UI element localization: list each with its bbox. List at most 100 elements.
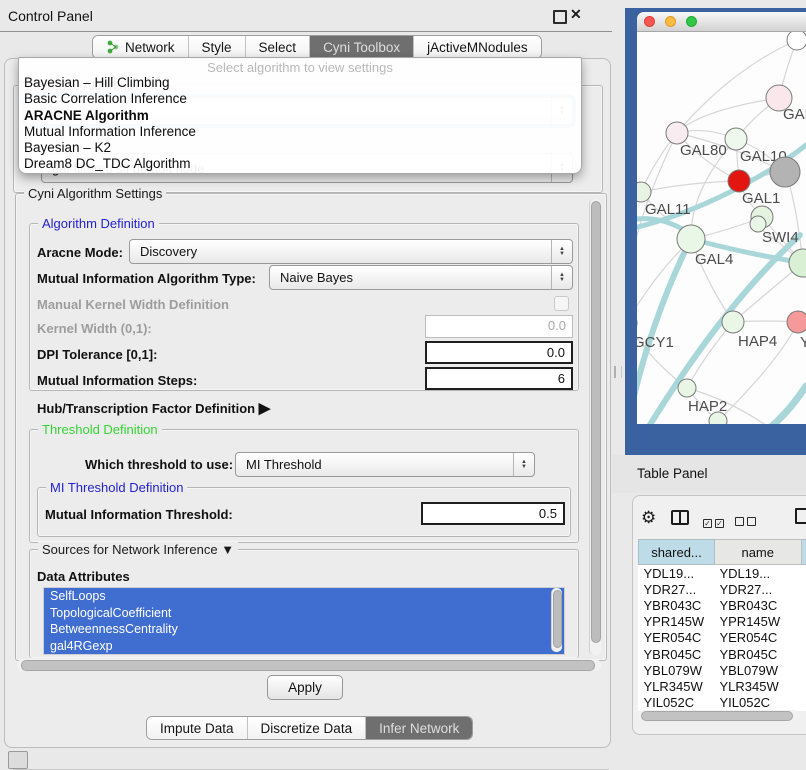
- algorithm-option-basic-correlation-inference[interactable]: Basic Correlation Inference: [19, 91, 581, 107]
- tab-cyni-toolbox[interactable]: Cyni Toolbox: [309, 36, 413, 58]
- algorithm-option-mutual-information-inference[interactable]: Mutual Information Inference: [19, 124, 581, 140]
- combo-stepper-icon: ▲▼: [551, 266, 572, 289]
- table-row[interactable]: YLR345WYLR345W9.: [639, 678, 806, 694]
- table-cell: 9.: [801, 614, 806, 630]
- table-panel-title: Table Panel: [637, 466, 708, 481]
- network-node-y[interactable]: [787, 311, 806, 333]
- network-node-gal80[interactable]: [666, 122, 688, 144]
- tab-style[interactable]: Style: [188, 36, 245, 58]
- table-cell: YLR345W: [639, 678, 715, 694]
- sources-toggle[interactable]: Sources for Network Inference ▼: [38, 542, 238, 557]
- aracne-mode-value: Discovery: [130, 244, 551, 259]
- zoom-traffic-light[interactable]: [686, 16, 697, 27]
- attribute-item-topologicalcoefficient[interactable]: TopologicalCoefficient: [44, 605, 564, 622]
- table-cell: YPR145W: [714, 614, 801, 630]
- network-node-gal1[interactable]: [728, 170, 750, 192]
- algorithm-option-bayesian-k2[interactable]: Bayesian – K2: [19, 140, 581, 156]
- tab-network[interactable]: Network: [93, 36, 188, 58]
- network-canvas[interactable]: GALGAL80GAL10GAL1GAL11SWI4GAL4GCY1HAP4YH…: [637, 31, 806, 424]
- close-traffic-light[interactable]: [644, 16, 655, 27]
- close-icon[interactable]: ✕: [570, 6, 582, 23]
- column-header-a[interactable]: A: [801, 540, 806, 565]
- table-row[interactable]: YDL19...YDL19...13: [639, 565, 806, 582]
- network-node-hap2[interactable]: [678, 379, 696, 397]
- apply-button[interactable]: Apply: [267, 675, 343, 700]
- kernel-width-field[interactable]: 0.0: [425, 315, 573, 338]
- gear-icon[interactable]: ⚙: [641, 509, 656, 526]
- network-node-gal10[interactable]: [725, 128, 747, 150]
- network-node[interactable]: [787, 31, 806, 50]
- data-attributes-list: SelfLoopsTopologicalCoefficientBetweenne…: [43, 587, 565, 655]
- aracne-mode-combobox[interactable]: Discovery ▲▼: [129, 239, 573, 264]
- kernel-width-label: Kernel Width (0,1):: [37, 321, 152, 336]
- dpi-tolerance-label: DPI Tolerance [0,1]:: [37, 347, 157, 362]
- attribute-item-betweennesscentrality[interactable]: BetweennessCentrality: [44, 621, 564, 638]
- tab-discretize-data[interactable]: Discretize Data: [247, 717, 366, 739]
- network-node-gal4[interactable]: [677, 225, 705, 253]
- table-row[interactable]: YIL052CYIL052C9: [639, 695, 806, 711]
- table-cell: YIL052C: [639, 695, 715, 711]
- dpi-tolerance-field[interactable]: 0.0: [425, 341, 573, 364]
- algorithm-option-aracne-algorithm[interactable]: ARACNE Algorithm: [19, 108, 581, 124]
- node-table: shared...nameAYDL19...YDL19...13YDR27...…: [638, 539, 806, 711]
- table-row[interactable]: YBR045CYBR045C9.: [639, 646, 806, 662]
- table-row[interactable]: YPR145WYPR145W9.: [639, 614, 806, 630]
- split-columns-icon[interactable]: [671, 510, 689, 525]
- network-edge-highlighted[interactable]: [770, 386, 806, 424]
- tab-infer-network[interactable]: Infer Network: [365, 717, 472, 739]
- table-cell: 13: [801, 565, 806, 582]
- mi-type-combobox[interactable]: Naive Bayes ▲▼: [269, 265, 573, 290]
- tab-select[interactable]: Select: [245, 36, 310, 58]
- tab-jactivemnodules[interactable]: jActiveMNodules: [413, 36, 541, 58]
- network-tab-icon: [106, 40, 120, 54]
- table-row[interactable]: YBL079WYBL079W: [639, 662, 806, 678]
- table-cell: 9: [801, 695, 806, 711]
- table-horizontal-scrollbar[interactable]: [639, 710, 799, 721]
- table-cell: 9.: [801, 646, 806, 662]
- table-cell: YPR145W: [639, 614, 715, 630]
- cyni-bottom-tabbar: Impute DataDiscretize DataInfer Network: [146, 716, 473, 740]
- threshold-definition-title: Threshold Definition: [38, 422, 162, 437]
- cyni-algorithm-settings-title: Cyni Algorithm Settings: [24, 186, 166, 201]
- tab-impute-data[interactable]: Impute Data: [147, 717, 247, 739]
- table-row[interactable]: YER054CYER054C8.: [639, 630, 806, 646]
- which-threshold-combobox[interactable]: MI Threshold ▲▼: [235, 452, 535, 477]
- settings-horizontal-scrollbar[interactable]: [17, 659, 601, 671]
- expand-down-icon: ▼: [221, 542, 234, 557]
- select-all-rows-icon[interactable]: ✓✓: [703, 513, 727, 531]
- attributes-scrollbar[interactable]: [551, 588, 562, 652]
- table-cell: YIL052C: [714, 695, 801, 711]
- settings-vertical-scrollbar[interactable]: [589, 199, 601, 655]
- mi-steps-field[interactable]: 6: [425, 367, 573, 390]
- network-edge[interactable]: [641, 181, 739, 192]
- network-node-label: GAL4: [695, 251, 733, 268]
- attribute-item-selfloops[interactable]: SelfLoops: [44, 588, 564, 605]
- network-window-titlebar[interactable]: [637, 12, 806, 32]
- control-panel-tabbar: NetworkStyleSelect Cyni Toolbox jActiveMNo…: [92, 35, 542, 59]
- table-row[interactable]: YBR043CYBR043C: [639, 597, 806, 613]
- algorithm-option-bayesian-hill-climbing[interactable]: Bayesian – Hill Climbing: [19, 75, 581, 91]
- page-icon[interactable]: [795, 508, 806, 524]
- hub-definition-toggle[interactable]: Hub/Transcription Factor Definition ▶: [37, 399, 270, 417]
- float-window-icon[interactable]: [553, 10, 567, 24]
- column-header-shared[interactable]: shared...: [639, 540, 715, 565]
- network-node[interactable]: [770, 157, 800, 187]
- table-cell: YBL079W: [639, 662, 715, 678]
- algorithm-option-dream8-dc-tdc-algorithm[interactable]: Dream8 DC_TDC Algorithm: [19, 156, 581, 172]
- network-node-label: SWI4: [762, 229, 799, 246]
- mi-type-label: Mutual Information Algorithm Type:: [37, 271, 256, 286]
- mi-threshold-field[interactable]: 0.5: [421, 502, 565, 525]
- deselect-all-rows-icon[interactable]: [735, 513, 759, 531]
- aracne-mode-label: Aracne Mode:: [37, 245, 123, 260]
- bottom-left-icon[interactable]: [8, 751, 28, 769]
- column-header-name[interactable]: name: [714, 540, 801, 565]
- network-node-hap4[interactable]: [722, 311, 744, 333]
- tab-label: Cyni Toolbox: [323, 40, 400, 55]
- minimize-traffic-light[interactable]: [665, 16, 676, 27]
- manual-kernel-checkbox[interactable]: [554, 296, 569, 311]
- splitter-handle[interactable]: [614, 366, 622, 378]
- table-cell: YLR345W: [714, 678, 801, 694]
- table-row[interactable]: YDR27...YDR27...12: [639, 581, 806, 597]
- attribute-item-gal4rgexp[interactable]: gal4RGexp: [44, 638, 564, 655]
- algorithm-popup: Select algorithm to view settings Bayesi…: [18, 57, 582, 174]
